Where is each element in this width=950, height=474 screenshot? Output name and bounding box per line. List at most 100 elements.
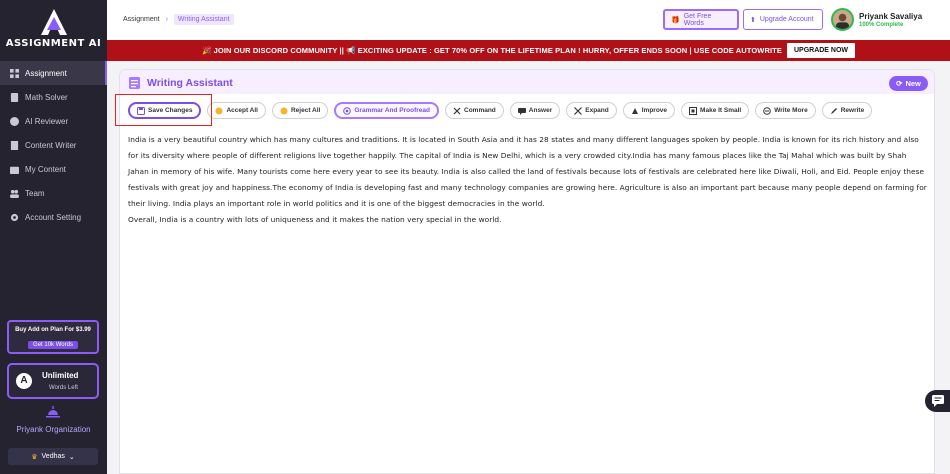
reject-all-label: Reject All [290, 107, 321, 114]
top-header: Assignment › Writing Assistant 🎁 Get Fre… [107, 0, 950, 40]
user-avatar-icon [835, 13, 850, 29]
grammar-icon [343, 106, 352, 115]
sidebar-item-label: Account Setting [25, 212, 82, 222]
chat-icon [517, 107, 526, 115]
rewrite-label: Rewrite [840, 107, 865, 114]
sidebar-item-label: Math Solver [25, 92, 68, 102]
panel-header: Writing Assistant ⟳ New [120, 70, 934, 94]
refresh-icon: ⟳ [896, 79, 903, 88]
sidebar-item-ai-reviewer[interactable]: AI Reviewer [0, 109, 107, 133]
chat-support-button[interactable] [925, 390, 950, 412]
info-icon [10, 116, 19, 126]
breadcrumb-root[interactable]: Assignment [123, 16, 160, 23]
rewrite-button[interactable]: Rewrite [821, 102, 873, 119]
check-circle-icon [215, 107, 223, 114]
get-free-words-button[interactable]: 🎁 Get Free Words [663, 9, 739, 30]
answer-button[interactable]: Answer [509, 102, 561, 119]
improve-label: Improve [641, 107, 668, 114]
plan-badge-icon: A [16, 373, 32, 389]
save-icon [137, 106, 145, 115]
avatar[interactable] [831, 8, 854, 31]
gear-icon [10, 213, 19, 221]
write-more-icon [763, 106, 772, 115]
grammar-proofread-label: Grammar And Proofread [354, 107, 430, 114]
logo-text: ASSIGNMENT AI [5, 38, 102, 49]
reject-circle-icon [280, 107, 288, 114]
sidebar-item-content-writer[interactable]: Content Writer [0, 133, 107, 157]
upgrade-account-label: Upgrade Account [759, 16, 814, 23]
upgrade-account-button[interactable]: ⬆ Upgrade Account [743, 9, 823, 30]
plan-subtitle: Words Left [49, 385, 78, 391]
reject-all-button[interactable]: Reject All [271, 102, 329, 119]
page-title: Writing Assistant [147, 77, 233, 89]
improve-icon [631, 107, 638, 114]
sidebar-item-assignment[interactable]: Assignment [0, 61, 107, 85]
sidebar-item-my-content[interactable]: My Content [0, 157, 107, 181]
promo-banner: 🎉 JOIN OUR DISCORD COMMUNITY || 📢 EXCITI… [107, 40, 950, 61]
user-name: Priyank Savaliya [859, 12, 923, 21]
get-words-button[interactable]: Get 10k Words [28, 341, 78, 349]
breadcrumb-current: Writing Assistant [173, 14, 234, 25]
sunrise-icon [46, 406, 60, 418]
command-label: Command [464, 107, 496, 114]
crown-icon: ♛ [31, 453, 38, 461]
sidebar-item-account-setting[interactable]: Account Setting [0, 205, 107, 229]
sidebar-nav: Assignment Math Solver AI Reviewer Conte… [0, 61, 107, 229]
compress-icon [689, 106, 698, 115]
sidebar-item-label: My Content [25, 164, 66, 174]
improve-button[interactable]: Improve [622, 102, 676, 119]
addon-plan-card[interactable]: Buy Add on Plan For $3.99 Get 10k Words [7, 320, 99, 354]
writing-assistant-panel: Writing Assistant ⟳ New Save Changes Acc… [119, 69, 935, 474]
editor-toolbar: Save Changes Accept All Reject All Gramm… [128, 102, 873, 119]
organization-name: Priyank Organization [16, 425, 91, 434]
addon-title: Buy Add on Plan For $3.99 [15, 327, 91, 333]
get-free-words-label: Get Free Words [683, 12, 712, 27]
command-button[interactable]: Command [445, 102, 504, 119]
command-icon [453, 107, 461, 114]
promo-text[interactable]: 🎉 JOIN OUR DISCORD COMMUNITY || 📢 EXCITI… [202, 46, 782, 55]
grammar-proofread-button[interactable]: Grammar And Proofread [334, 102, 439, 119]
sidebar-item-team[interactable]: Team [0, 181, 107, 205]
workspace-selector[interactable]: ♛ Vedhas ⌄ [8, 448, 98, 465]
save-changes-label: Save Changes [148, 107, 193, 114]
sidebar-item-label: Content Writer [25, 140, 77, 150]
sidebar: ASSIGNMENT AI Assignment Math Solver AI … [0, 0, 107, 474]
expand-icon [574, 106, 583, 115]
content-paragraph-1[interactable]: India is a very beautiful country which … [128, 132, 928, 212]
make-it-small-label: Make It Small [700, 107, 742, 114]
plan-title: Unlimited [42, 371, 79, 380]
new-button[interactable]: ⟳ New [889, 76, 928, 91]
writing-assistant-icon [129, 77, 140, 89]
new-button-label: New [905, 79, 921, 88]
write-more-button[interactable]: Write More [755, 102, 816, 119]
expand-label: Expand [585, 107, 609, 114]
answer-label: Answer [528, 107, 553, 114]
folder-icon [10, 166, 19, 174]
save-changes-button[interactable]: Save Changes [128, 102, 202, 119]
grid-icon [10, 68, 19, 78]
chevron-right-icon: › [165, 16, 168, 23]
breadcrumb: Assignment › Writing Assistant [123, 14, 234, 25]
logo-mark-icon [40, 9, 67, 35]
chat-bubble-icon [931, 395, 944, 407]
upgrade-now-button[interactable]: UPGRADE NOW [787, 43, 855, 58]
chevron-down-icon: ⌄ [68, 453, 75, 461]
content-paragraph-2[interactable]: Overall, India is a country with lots of… [128, 212, 928, 228]
sidebar-item-math-solver[interactable]: Math Solver [0, 85, 107, 109]
sidebar-item-label: AI Reviewer [25, 116, 69, 126]
write-more-label: Write More [774, 107, 808, 114]
pen-icon [830, 107, 837, 114]
document-icon [10, 140, 19, 150]
make-it-small-button[interactable]: Make It Small [681, 102, 750, 119]
calculator-icon [10, 92, 19, 102]
sidebar-item-label: Assignment [25, 68, 67, 78]
editor-content[interactable]: India is a very beautiful country which … [128, 132, 928, 228]
logo[interactable]: ASSIGNMENT AI [0, 8, 107, 49]
accept-all-button[interactable]: Accept All [207, 102, 266, 119]
team-icon [10, 189, 19, 198]
gift-icon: 🎁 [671, 16, 680, 24]
upgrade-icon: ⬆ [750, 16, 756, 24]
expand-button[interactable]: Expand [566, 102, 617, 119]
accept-all-label: Accept All [226, 107, 258, 114]
sidebar-item-label: Team [25, 188, 45, 198]
